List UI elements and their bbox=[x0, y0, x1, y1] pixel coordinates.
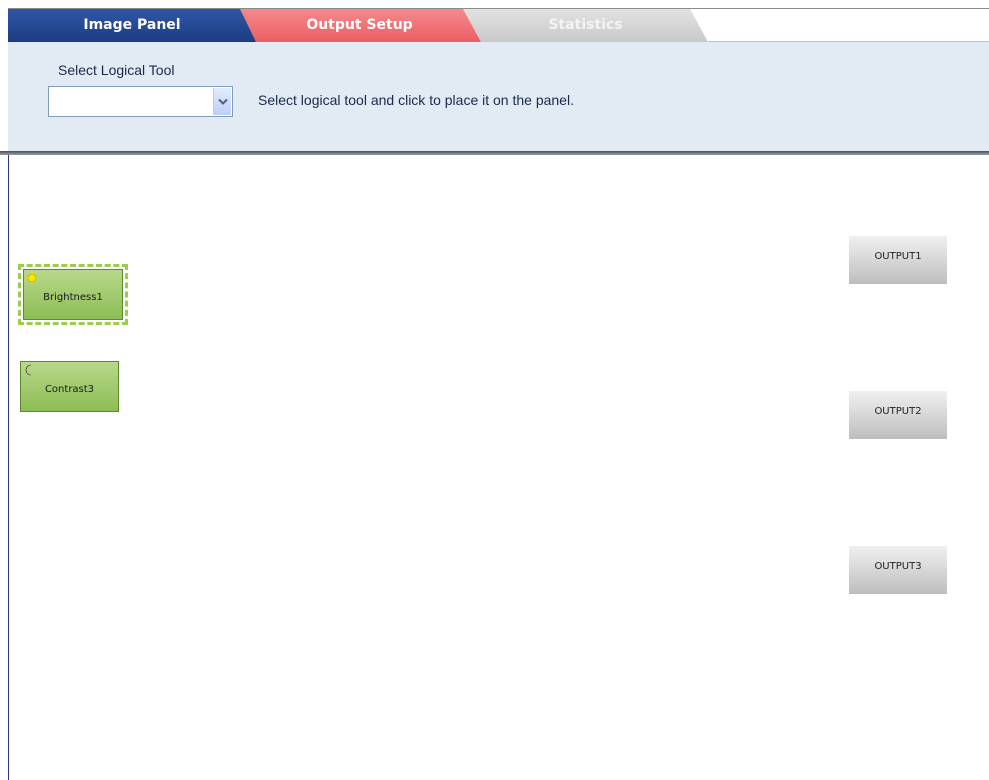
tab-strip: Statistics Output Setup Image Panel bbox=[0, 0, 989, 42]
app-window: Statistics Output Setup Image Panel Sele… bbox=[0, 0, 989, 780]
placement-hint: Select logical tool and click to place i… bbox=[258, 92, 574, 108]
tab-strip-filler bbox=[708, 9, 989, 42]
select-logical-tool-label: Select Logical Tool bbox=[58, 62, 175, 78]
output-node-3-label: OUTPUT3 bbox=[874, 561, 922, 572]
chevron-down-icon[interactable] bbox=[213, 88, 231, 115]
output-node-2[interactable]: OUTPUT2 bbox=[849, 391, 947, 439]
brightness-tool-node[interactable]: Brightness1 bbox=[23, 269, 123, 320]
moon-icon bbox=[23, 364, 35, 376]
output-node-1[interactable]: OUTPUT1 bbox=[849, 236, 947, 284]
tab-image-panel[interactable]: Image Panel bbox=[8, 9, 256, 42]
tab-output-setup[interactable]: Output Setup bbox=[238, 9, 481, 42]
brightness-tool-label: Brightness1 bbox=[43, 292, 103, 303]
sun-icon bbox=[26, 272, 38, 284]
logical-tool-dropdown[interactable] bbox=[48, 86, 233, 117]
canvas-left-border bbox=[8, 155, 9, 780]
image-panel-canvas[interactable] bbox=[8, 155, 989, 780]
tab-image-panel-label: Image Panel bbox=[83, 17, 181, 33]
contrast-tool-node[interactable]: Contrast3 bbox=[20, 361, 119, 412]
tab-output-setup-label: Output Setup bbox=[306, 17, 413, 33]
output-node-1-label: OUTPUT1 bbox=[874, 251, 922, 262]
tab-statistics-label: Statistics bbox=[548, 17, 623, 33]
tab-statistics[interactable]: Statistics bbox=[463, 9, 708, 42]
contrast-tool-label: Contrast3 bbox=[44, 384, 95, 395]
output-node-3[interactable]: OUTPUT3 bbox=[849, 546, 947, 594]
output-node-2-label: OUTPUT2 bbox=[874, 406, 922, 417]
